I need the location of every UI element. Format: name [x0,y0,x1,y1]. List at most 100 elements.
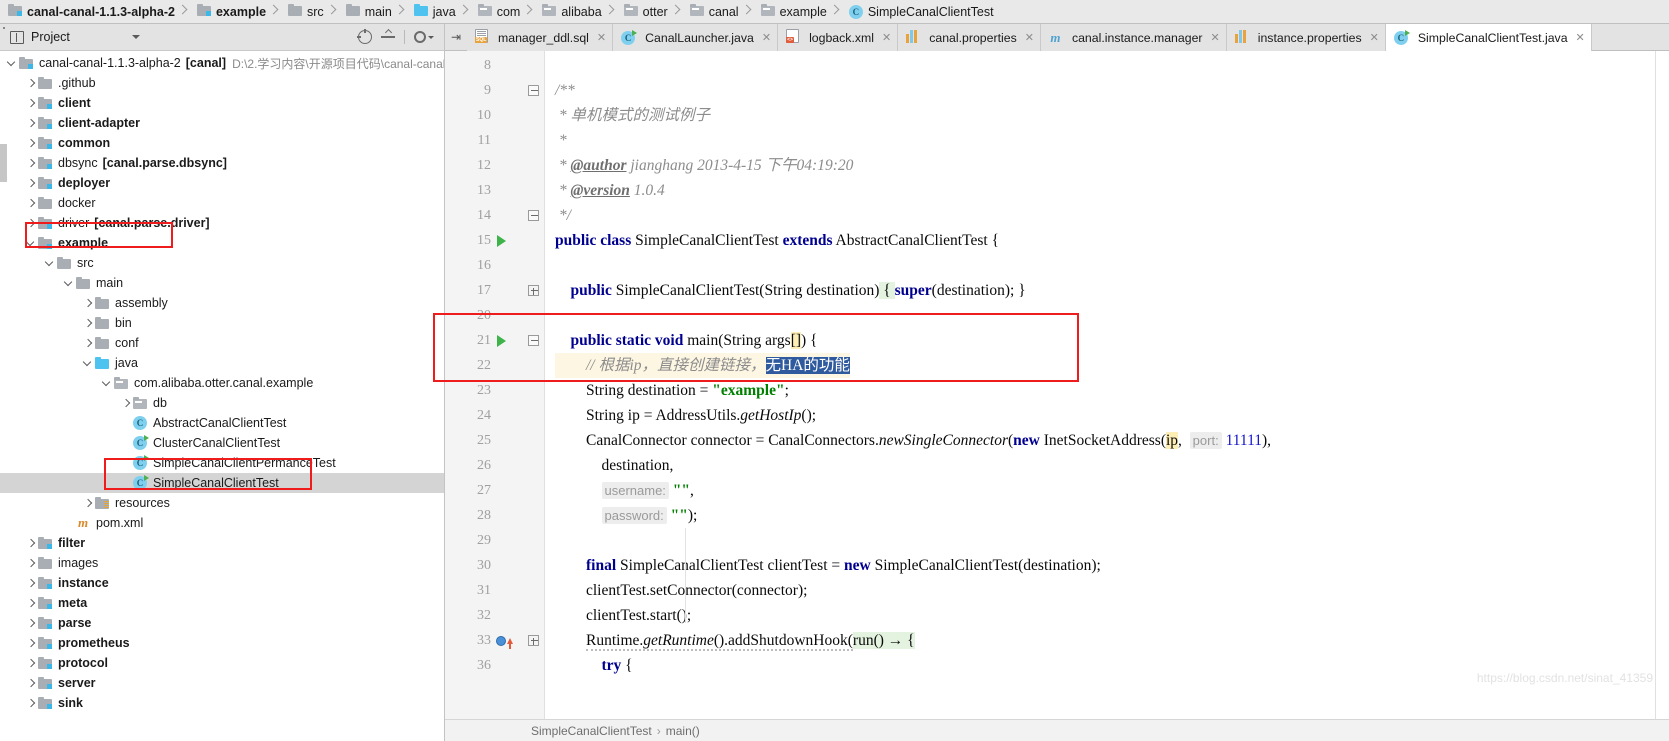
chevron-right-icon[interactable] [25,673,38,693]
chevron-right-icon[interactable] [25,593,38,613]
tree-node-sink[interactable]: sink [0,693,444,713]
tree-node-java[interactable]: java [0,353,444,373]
chevron-right-icon[interactable] [25,613,38,633]
chevron-down-icon[interactable] [44,253,57,273]
editor-gutter[interactable]: 8 9 10 11 12 13 14 15 16 17 20 21 22 23 24 25 26 27 28 29 30… [445,51,545,741]
code-line-28[interactable]: password: ""); [555,503,697,528]
close-icon[interactable]: ✕ [882,31,891,44]
run-gutter-icon[interactable] [497,234,506,247]
code-line-27[interactable]: username: "", [555,478,694,503]
tree-node-images[interactable]: images [0,553,444,573]
gutter-line-36[interactable]: 36 [445,653,545,678]
tree-node-dbsync[interactable]: dbsync [canal.parse.dbsync] [0,153,444,173]
code-line-33[interactable]: Runtime.getRuntime().addShutdownHook(run… [555,628,915,653]
breadcrumb-item-canal[interactable]: canal [684,0,755,24]
tree-node-resources[interactable]: resources [0,493,444,513]
fold-toggle-icon[interactable] [528,210,539,221]
code-line-32[interactable]: clientTest.start(); [555,603,691,628]
breadcrumb-item-src[interactable]: src [282,0,340,24]
gutter-line-9[interactable]: 9 [445,78,545,103]
gutter-line-31[interactable]: 31 [445,578,545,603]
gutter-line-23[interactable]: 23 [445,378,545,403]
tree-node-clustercanalclienttest[interactable]: C ClusterCanalClientTest [0,433,444,453]
close-icon[interactable]: ✕ [762,31,771,44]
close-icon[interactable]: ✕ [1025,31,1034,44]
gutter-line-13[interactable]: 13 [445,178,545,203]
gutter-line-20[interactable]: 20 [445,303,545,328]
code-line-30[interactable]: final SimpleCanalClientTest clientTest =… [555,553,1101,578]
close-icon[interactable]: ✕ [1370,31,1379,44]
gutter-line-22[interactable]: 22 [445,353,545,378]
gutter-line-28[interactable]: 28 [445,503,545,528]
editor-tab-canal-properties[interactable]: canal.properties ✕ [898,24,1041,51]
gutter-line-17[interactable]: 17 [445,278,545,303]
gutter-line-15[interactable]: 15 [445,228,545,253]
code-content[interactable]: /** * 单机模式的测试例子 * * @author jianghang 20… [545,51,1669,741]
chevron-down-icon[interactable] [131,35,140,39]
tree-node-simplecanalclientpermancetest[interactable]: C SimpleCanalClientPermanceTest [0,453,444,473]
tree-node-com.alibaba.otter.canal.example[interactable]: com.alibaba.otter.canal.example [0,373,444,393]
breadcrumb-item-java[interactable]: java [408,0,472,24]
fold-toggle-icon[interactable] [528,635,539,646]
editor-tab-instance-properties[interactable]: instance.properties ✕ [1226,24,1386,51]
chevron-down-icon[interactable] [82,353,95,373]
editor-tab-canal-instance-manager[interactable]: m canal.instance.manager ✕ [1040,24,1227,51]
close-icon[interactable]: ✕ [597,31,606,44]
code-line-17[interactable]: public SimpleCanalClientTest(String dest… [555,278,1026,303]
gutter-line-30[interactable]: 30 [445,553,545,578]
code-editor[interactable]: 8 9 10 11 12 13 14 15 16 17 20 21 22 23 24 25 26 27 28 29 30… [445,51,1669,741]
editor-tab-simplecanalclienttest-java[interactable]: C SimpleCanalClientTest.java ✕ [1385,24,1592,51]
gutter-line-11[interactable]: 11 [445,128,545,153]
code-line-14[interactable]: */ [555,203,571,228]
code-line-26[interactable]: destination, [555,453,674,478]
chevron-right-icon[interactable] [25,193,38,213]
code-line-10[interactable]: * 单机模式的测试例子 [555,103,710,128]
gutter-line-32[interactable]: 32 [445,603,545,628]
chevron-right-icon[interactable] [25,93,38,113]
gutter-line-29[interactable]: 29 [445,528,545,553]
breadcrumb-item-alibaba[interactable]: alibaba [536,0,617,24]
tree-node-example[interactable]: example [0,233,444,253]
chevron-right-icon[interactable] [25,653,38,673]
tree-node-main[interactable]: main [0,273,444,293]
editor-tab-manager-ddl-sql[interactable]: manager_ddl.sql ✕ [467,24,614,51]
breadcrumb-item-example[interactable]: example [755,0,843,24]
tree-node-src[interactable]: src [0,253,444,273]
code-line-12[interactable]: * @author jianghang 2013-4-15 下午04:19:20 [555,153,854,178]
code-line-9[interactable]: /** [555,78,575,103]
breadcrumb-item-simplecanalclienttest[interactable]: C SimpleCanalClientTest [843,0,998,24]
fold-toggle-icon[interactable] [528,285,539,296]
chevron-right-icon[interactable] [25,573,38,593]
tree-node-conf[interactable]: conf [0,333,444,353]
chevron-right-icon[interactable] [82,293,95,313]
code-line-13[interactable]: * @version 1.0.4 [555,178,665,203]
tree-node-instance[interactable]: instance [0,573,444,593]
chevron-right-icon[interactable] [25,213,38,233]
tree-node-client[interactable]: client [0,93,444,113]
chevron-right-icon[interactable] [25,133,38,153]
close-icon[interactable]: ✕ [1211,31,1220,44]
chevron-right-icon[interactable] [82,313,95,333]
tree-node-meta[interactable]: meta [0,593,444,613]
tree-scrollbar[interactable] [0,144,7,182]
fold-toggle-icon[interactable] [528,85,539,96]
code-line-23[interactable]: String destination = "example"; [555,378,789,403]
breadcrumb-item-otter[interactable]: otter [618,0,684,24]
tree-node-prometheus[interactable]: prometheus [0,633,444,653]
run-gutter-icon[interactable] [497,334,506,347]
editor-tab-canallauncher-java[interactable]: C CanalLauncher.java ✕ [613,24,779,51]
breakpoint-icon[interactable] [496,635,506,646]
tree-node-protocol[interactable]: protocol [0,653,444,673]
editor-scroll-rail[interactable] [1655,51,1669,741]
gutter-line-25[interactable]: 25 [445,428,545,453]
chevron-down-icon[interactable] [63,273,76,293]
chevron-right-icon[interactable] [25,73,38,93]
close-icon[interactable]: ✕ [1576,31,1585,44]
tree-node-bin[interactable]: bin [0,313,444,333]
fold-toggle-icon[interactable] [528,335,539,346]
chevron-down-icon[interactable] [101,373,114,393]
gutter-line-14[interactable]: 14 [445,203,545,228]
pin-tab-icon[interactable]: ⇥ [445,24,467,50]
gutter-line-21[interactable]: 21 [445,328,545,353]
code-line-21[interactable]: public static void main(String args[]) { [555,328,818,353]
